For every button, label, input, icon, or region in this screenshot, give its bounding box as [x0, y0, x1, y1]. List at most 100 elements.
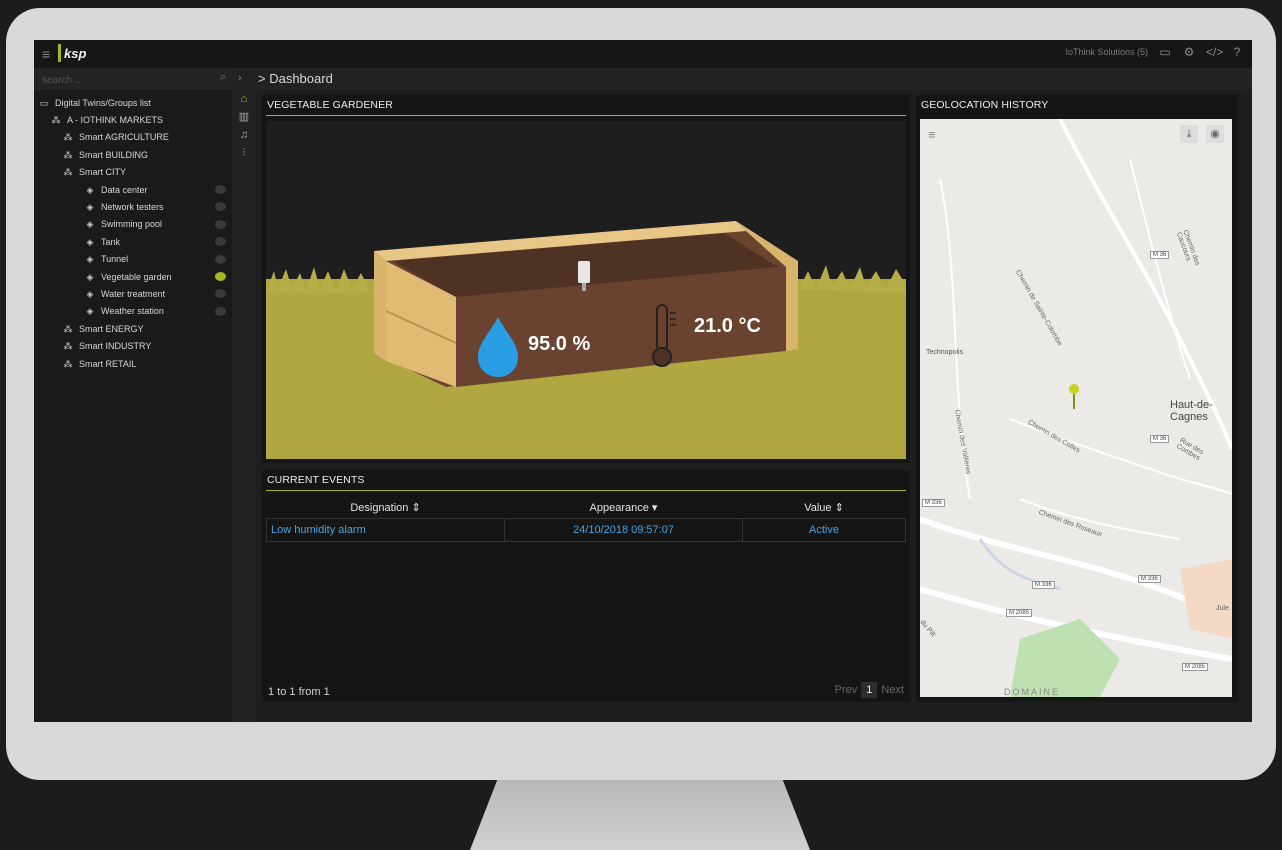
- col-appearance[interactable]: Appearance ▾: [504, 496, 743, 519]
- visibility-eye-icon[interactable]: [215, 184, 226, 194]
- col-value[interactable]: Value ⇕: [742, 496, 906, 519]
- sidebar-item[interactable]: ⁂ Smart CITY: [34, 164, 232, 181]
- sidebar-item[interactable]: ◈ Vegetable garden: [34, 268, 232, 285]
- visibility-eye-icon[interactable]: [215, 219, 226, 229]
- app-screen: ≡ ksp IoThink Solutions (5) ▭ ⚙ </> ? ⌕ …: [34, 40, 1252, 722]
- visibility-eye-icon[interactable]: [215, 289, 226, 299]
- search-input[interactable]: [40, 71, 204, 89]
- sidebar-item[interactable]: ⁂ Smart RETAIL: [34, 355, 232, 372]
- garden-scene: 95.0 % 21.0 °C: [266, 121, 906, 459]
- road-shield: M 36: [1150, 435, 1170, 443]
- temperature-value: 21.0 °C: [694, 315, 761, 337]
- sidebar-item[interactable]: ◈ Swimming pool: [34, 216, 232, 233]
- page-1-button[interactable]: 1: [861, 682, 878, 698]
- top-bar: ≡ ksp IoThink Solutions (5) ▭ ⚙ </> ?: [34, 40, 1252, 69]
- group-tree: ▭ Digital Twins/Groups list ⁂ A - IOTHINK…: [34, 94, 232, 372]
- group-icon: ⁂: [63, 132, 73, 143]
- settings-icon[interactable]: ⚙: [1182, 45, 1196, 59]
- group-icon: ⁂: [63, 149, 73, 160]
- sidebar-item-label: Tunnel: [101, 254, 129, 265]
- sidebar-item-label: Smart BUILDING: [79, 149, 149, 160]
- group-icon: ⁂: [63, 323, 73, 334]
- visibility-eye-icon[interactable]: [215, 306, 226, 316]
- device-icon: ◈: [86, 219, 94, 230]
- home-icon[interactable]: ⌂: [232, 90, 256, 108]
- group-icon: ⁂: [63, 358, 73, 369]
- road-shield: M 336: [922, 499, 945, 507]
- help-icon[interactable]: ?: [1230, 45, 1244, 59]
- sidebar-item[interactable]: ◈ Weather station: [34, 303, 232, 320]
- road-shield: M 2085: [1182, 663, 1209, 671]
- account-label[interactable]: IoThink Solutions (5): [1065, 47, 1148, 57]
- event-value: Active: [742, 518, 906, 542]
- visibility-eye-icon[interactable]: [215, 254, 226, 264]
- device-icon: ◈: [86, 254, 94, 265]
- map[interactable]: ≡ ⤓ ◉ Technopolis Haut-de-Cagnes Chemin …: [920, 119, 1232, 697]
- geo-panel-title: GEOLOCATION HISTORY: [921, 99, 1049, 111]
- next-button[interactable]: Next: [881, 684, 904, 696]
- group-icon: ⁂: [63, 167, 73, 178]
- download-icon[interactable]: ⤓: [1180, 125, 1198, 143]
- sidebar-item-label: Vegetable garden: [101, 271, 172, 282]
- event-designation[interactable]: Low humidity alarm: [266, 518, 505, 542]
- device-icon: ◈: [86, 236, 94, 247]
- sidebar-item[interactable]: ◈ Data center: [34, 181, 232, 198]
- events-panel: CURRENT EVENTS Designation ⇕ Appearance …: [262, 470, 910, 702]
- device-icon: ◈: [86, 271, 94, 282]
- folder-icon: ▭: [39, 97, 49, 108]
- sidebar-item-label: Swimming pool: [101, 219, 163, 230]
- group-icon: ⁂: [63, 341, 73, 352]
- sidebar-item[interactable]: ⁂ A - IOTHINK MARKETS: [34, 111, 232, 128]
- tool-column: ⌂ ▥ ♫ ⫶: [232, 90, 256, 722]
- table-row[interactable]: Low humidity alarm 24/10/2018 09:57:07 A…: [266, 518, 906, 542]
- tree-root-label: Digital Twins/Groups list: [55, 97, 151, 108]
- breadcrumb-path: > Dashboard: [258, 71, 333, 86]
- prev-button[interactable]: Prev: [835, 684, 858, 696]
- garden-illustration: [266, 121, 906, 459]
- sliders-icon[interactable]: ⫶: [232, 144, 256, 162]
- sidebar-item[interactable]: ⁂ Smart AGRICULTURE: [34, 129, 232, 146]
- col-designation[interactable]: Designation ⇕: [266, 496, 505, 519]
- sidebar-item[interactable]: ⁂ Smart ENERGY: [34, 320, 232, 337]
- visibility-eye-icon[interactable]: [215, 237, 226, 247]
- code-icon[interactable]: </>: [1206, 45, 1223, 59]
- map-label-jule: Jule: [1216, 605, 1229, 612]
- chevron-right-icon[interactable]: ›: [238, 72, 242, 84]
- visibility-eye-icon[interactable]: [215, 202, 226, 212]
- events-table: Designation ⇕ Appearance ▾ Value ⇕ Low h…: [266, 496, 906, 542]
- events-panel-title: CURRENT EVENTS: [266, 474, 906, 491]
- sidebar-item-label: Smart RETAIL: [79, 358, 137, 369]
- map-label-domaine: DOMAINE: [1004, 687, 1061, 697]
- breadcrumb: › > Dashboard: [232, 68, 1252, 90]
- sidebar-item[interactable]: ◈ Network testers: [34, 198, 232, 215]
- tree-root[interactable]: ▭ Digital Twins/Groups list: [34, 94, 232, 111]
- map-menu-icon[interactable]: ≡: [928, 127, 936, 142]
- eye-icon[interactable]: ◉: [1206, 125, 1224, 143]
- sidebar-item[interactable]: ◈ Tank: [34, 233, 232, 250]
- sidebar-item[interactable]: ◈ Water treatment: [34, 285, 232, 302]
- app-logo: ksp: [58, 44, 86, 62]
- pagination: Prev 1 Next: [835, 682, 904, 698]
- search-icon[interactable]: ⌕: [220, 71, 226, 84]
- sidebar-item[interactable]: ⁂ Smart INDUSTRY: [34, 337, 232, 354]
- chart-icon[interactable]: ▥: [232, 108, 256, 126]
- sidebar-item[interactable]: ⁂ Smart BUILDING: [34, 146, 232, 163]
- sidebar-item-label: Tank: [101, 236, 121, 247]
- road-shield: M 336: [1032, 581, 1055, 589]
- visibility-eye-icon[interactable]: [215, 271, 226, 281]
- sidebar-item-label: Smart INDUSTRY: [79, 341, 152, 352]
- device-icon: ◈: [86, 184, 94, 195]
- sidebar-item-label: Data center: [101, 184, 148, 195]
- bell-icon[interactable]: ♫: [232, 126, 256, 144]
- sidebar-item[interactable]: ◈ Tunnel: [34, 251, 232, 268]
- menu-icon[interactable]: ≡: [42, 46, 50, 62]
- device-icon: ◈: [86, 202, 94, 213]
- sidebar: ⌕ ▭ Digital Twins/Groups list ⁂ A - IOTHI…: [34, 68, 232, 722]
- road-shield: M 336: [1138, 575, 1161, 583]
- road-shield: M 36: [1150, 251, 1170, 259]
- sidebar-item-label: Smart ENERGY: [79, 323, 144, 334]
- monitor-icon[interactable]: ▭: [1158, 45, 1172, 59]
- sidebar-item-label: Water treatment: [101, 288, 166, 299]
- top-right-tools: IoThink Solutions (5) ▭ ⚙ </> ?: [1065, 45, 1244, 59]
- sidebar-item-label: Smart CITY: [79, 167, 127, 178]
